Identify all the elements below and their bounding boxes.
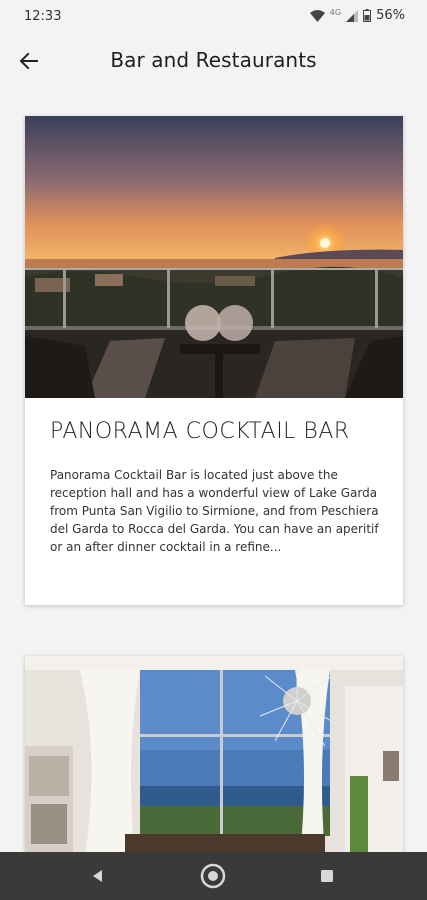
status-bar: 12:33 4G 56% <box>0 0 427 32</box>
nav-home-circle-icon <box>200 863 226 889</box>
nav-home-button[interactable] <box>199 862 227 890</box>
signal-icon <box>346 9 359 22</box>
status-time: 12:33 <box>24 9 62 24</box>
status-icons: 4G 56% <box>309 8 405 23</box>
restaurant-interior-photo <box>25 656 403 856</box>
wifi-icon <box>309 9 325 22</box>
card-title: PANORAMA COCKTAIL BAR <box>50 419 350 444</box>
app-bar: Bar and Restaurants <box>0 32 427 90</box>
battery-icon <box>363 9 372 22</box>
nav-recents-button[interactable] <box>313 862 341 890</box>
nav-recents-square-icon <box>321 870 333 882</box>
nav-back-button[interactable] <box>84 862 112 890</box>
page-title: Bar and Restaurants <box>110 48 317 72</box>
restaurant-card[interactable]: PANORAMA COCKTAIL BAR Panorama Cocktail … <box>25 116 403 605</box>
restaurant-card[interactable] <box>25 656 403 856</box>
network-type: 4G <box>329 8 342 17</box>
system-nav-bar <box>0 852 427 900</box>
panorama-bar-photo <box>25 116 403 398</box>
nav-back-triangle-icon <box>93 870 102 882</box>
card-description: Panorama Cocktail Bar is located just ab… <box>50 468 379 554</box>
battery-level: 56% <box>376 8 405 23</box>
